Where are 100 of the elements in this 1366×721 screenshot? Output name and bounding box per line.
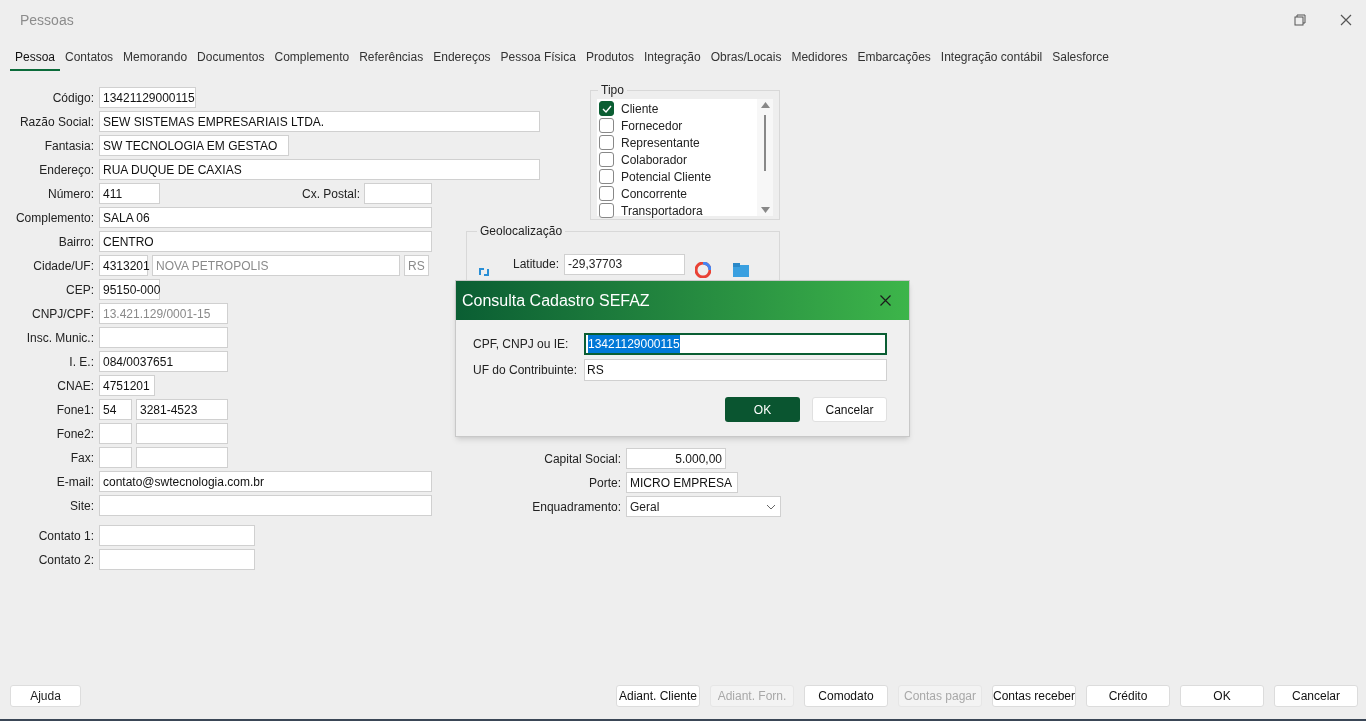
checkbox[interactable] [599,118,614,133]
checkbox-label: Colaborador [621,151,688,169]
input-field[interactable]: 13421129000115 [99,87,196,108]
tab[interactable]: Documentos [192,48,270,71]
field-label: Contato 1: [37,527,95,545]
help-button[interactable]: Ajuda [10,685,81,707]
input-field[interactable]: 4751201 [99,375,155,396]
group-title: Geolocalização [479,223,564,240]
input-field[interactable]: CENTRO [99,231,432,252]
input-field[interactable] [99,327,228,348]
input-field[interactable]: 3281-4523 [136,399,228,420]
dialog-title: Consulta Cadastro SEFAZ [462,290,651,311]
footer-button[interactable]: Crédito [1086,685,1170,707]
input-field[interactable] [99,525,255,546]
scrollbar[interactable] [757,99,773,216]
tab[interactable]: Produtos [580,48,639,71]
group-title: Tipo [600,82,625,99]
field-label: UF do Contribuinte: [473,362,579,379]
checkbox-label: Concorrente [621,185,688,203]
tab[interactable]: Integração [639,48,706,71]
close-icon[interactable] [880,295,891,306]
input-field[interactable]: contato@swtecnologia.com.br [99,471,432,492]
checkbox-label: Transportadora [621,202,703,220]
field-label: Bairro: [57,233,95,251]
checkbox[interactable] [599,203,614,218]
tab[interactable]: Integração contábil [935,48,1048,71]
tipo-item[interactable]: Fornecedor [597,117,757,134]
restore-icon[interactable] [1294,14,1306,26]
footer-button[interactable]: Adiant. Cliente [616,685,700,707]
scroll-up-icon[interactable] [760,102,770,108]
tipo-item[interactable]: Potencial Cliente [597,168,757,185]
field-label: Número: [47,185,95,203]
input-field[interactable]: 084/0037651 [99,351,228,372]
input-field[interactable] [136,423,228,444]
tab[interactable]: Pessoa [10,48,61,71]
scrollbar-thumb[interactable] [764,114,766,171]
scroll-down-icon[interactable] [760,207,770,213]
checkbox-label: Potencial Cliente [621,168,712,186]
tipo-item[interactable]: Concorrente [597,185,757,202]
tab[interactable]: Medidores [786,48,853,71]
input-field[interactable] [99,447,132,468]
dialog-button[interactable]: OK [725,397,800,422]
field-label: CNAE: [56,377,95,395]
checkbox[interactable] [599,186,614,201]
field-label: Complemento: [14,209,95,227]
field-label: CNPJ/CPF: [31,305,95,323]
input-field[interactable]: 411 [99,183,160,204]
input-field[interactable]: 13421129000115 [584,333,887,355]
tab[interactable]: Endereços [428,48,496,71]
field-label: Fone1: [55,401,95,419]
dialog-button[interactable]: Cancelar [812,397,887,422]
close-icon[interactable] [1340,14,1352,26]
tab[interactable]: Memorando [118,48,193,71]
input-field[interactable]: -29,37703 [564,253,686,275]
tipo-item[interactable]: Cliente [597,100,757,117]
field-label: CPF, CNPJ ou IE: [473,336,570,353]
tab[interactable]: Contatos [60,48,119,71]
input-field[interactable] [364,183,432,204]
field-label: Fone2: [55,425,95,443]
tab[interactable]: Pessoa Física [495,48,581,71]
checkbox-label: Fornecedor [621,117,683,135]
field-label: Razão Social: [18,113,95,131]
tab[interactable]: Obras/Locais [705,48,787,71]
field-label: CEP: [65,281,95,299]
footer-button[interactable]: OK [1180,685,1264,707]
input-field[interactable]: RS [584,359,887,381]
check-icon [601,104,612,113]
tab[interactable]: Salesforce [1047,48,1114,71]
input-field[interactable] [99,549,255,570]
input-field[interactable] [99,423,132,444]
checkbox[interactable] [599,152,614,167]
input-field[interactable]: 95150-000 [99,279,160,300]
tipo-item[interactable]: Transportadora [597,202,757,219]
field-label: Insc. Munic.: [25,329,95,347]
checkbox[interactable] [599,169,614,184]
input-field[interactable]: 5.000,00 [626,448,726,469]
tab[interactable]: Referências [354,48,429,71]
input-field[interactable]: 4313201 [99,255,148,276]
input-field[interactable] [136,447,228,468]
tipo-item[interactable]: Colaborador [597,151,757,168]
checkbox[interactable] [599,135,614,150]
field-label: Código: [51,89,95,107]
input-field[interactable]: RUA DUQUE DE CAXIAS [99,159,540,180]
input-field[interactable]: SALA 06 [99,207,432,228]
footer-button[interactable]: Cancelar [1274,685,1358,707]
footer-button[interactable]: Contas receber [992,685,1076,707]
tipo-item[interactable]: Representante [597,134,757,151]
input-field[interactable]: SW TECNOLOGIA EM GESTAO [99,135,289,156]
checkbox-label: Representante [621,134,700,152]
input-field[interactable]: 54 [99,399,132,420]
input-field[interactable]: MICRO EMPRESA [626,472,738,493]
dropdown[interactable]: Geral [626,496,781,517]
footer-button[interactable]: Comodato [804,685,888,707]
checkbox[interactable] [599,101,614,116]
field-label: I. E.: [68,353,95,371]
input-field[interactable] [99,495,432,516]
window-title: Pessoas [20,10,75,30]
tab[interactable]: Embarcações [852,48,936,71]
tab[interactable]: Complemento [269,48,355,71]
input-field[interactable]: SEW SISTEMAS EMPRESARIAIS LTDA. [99,111,540,132]
